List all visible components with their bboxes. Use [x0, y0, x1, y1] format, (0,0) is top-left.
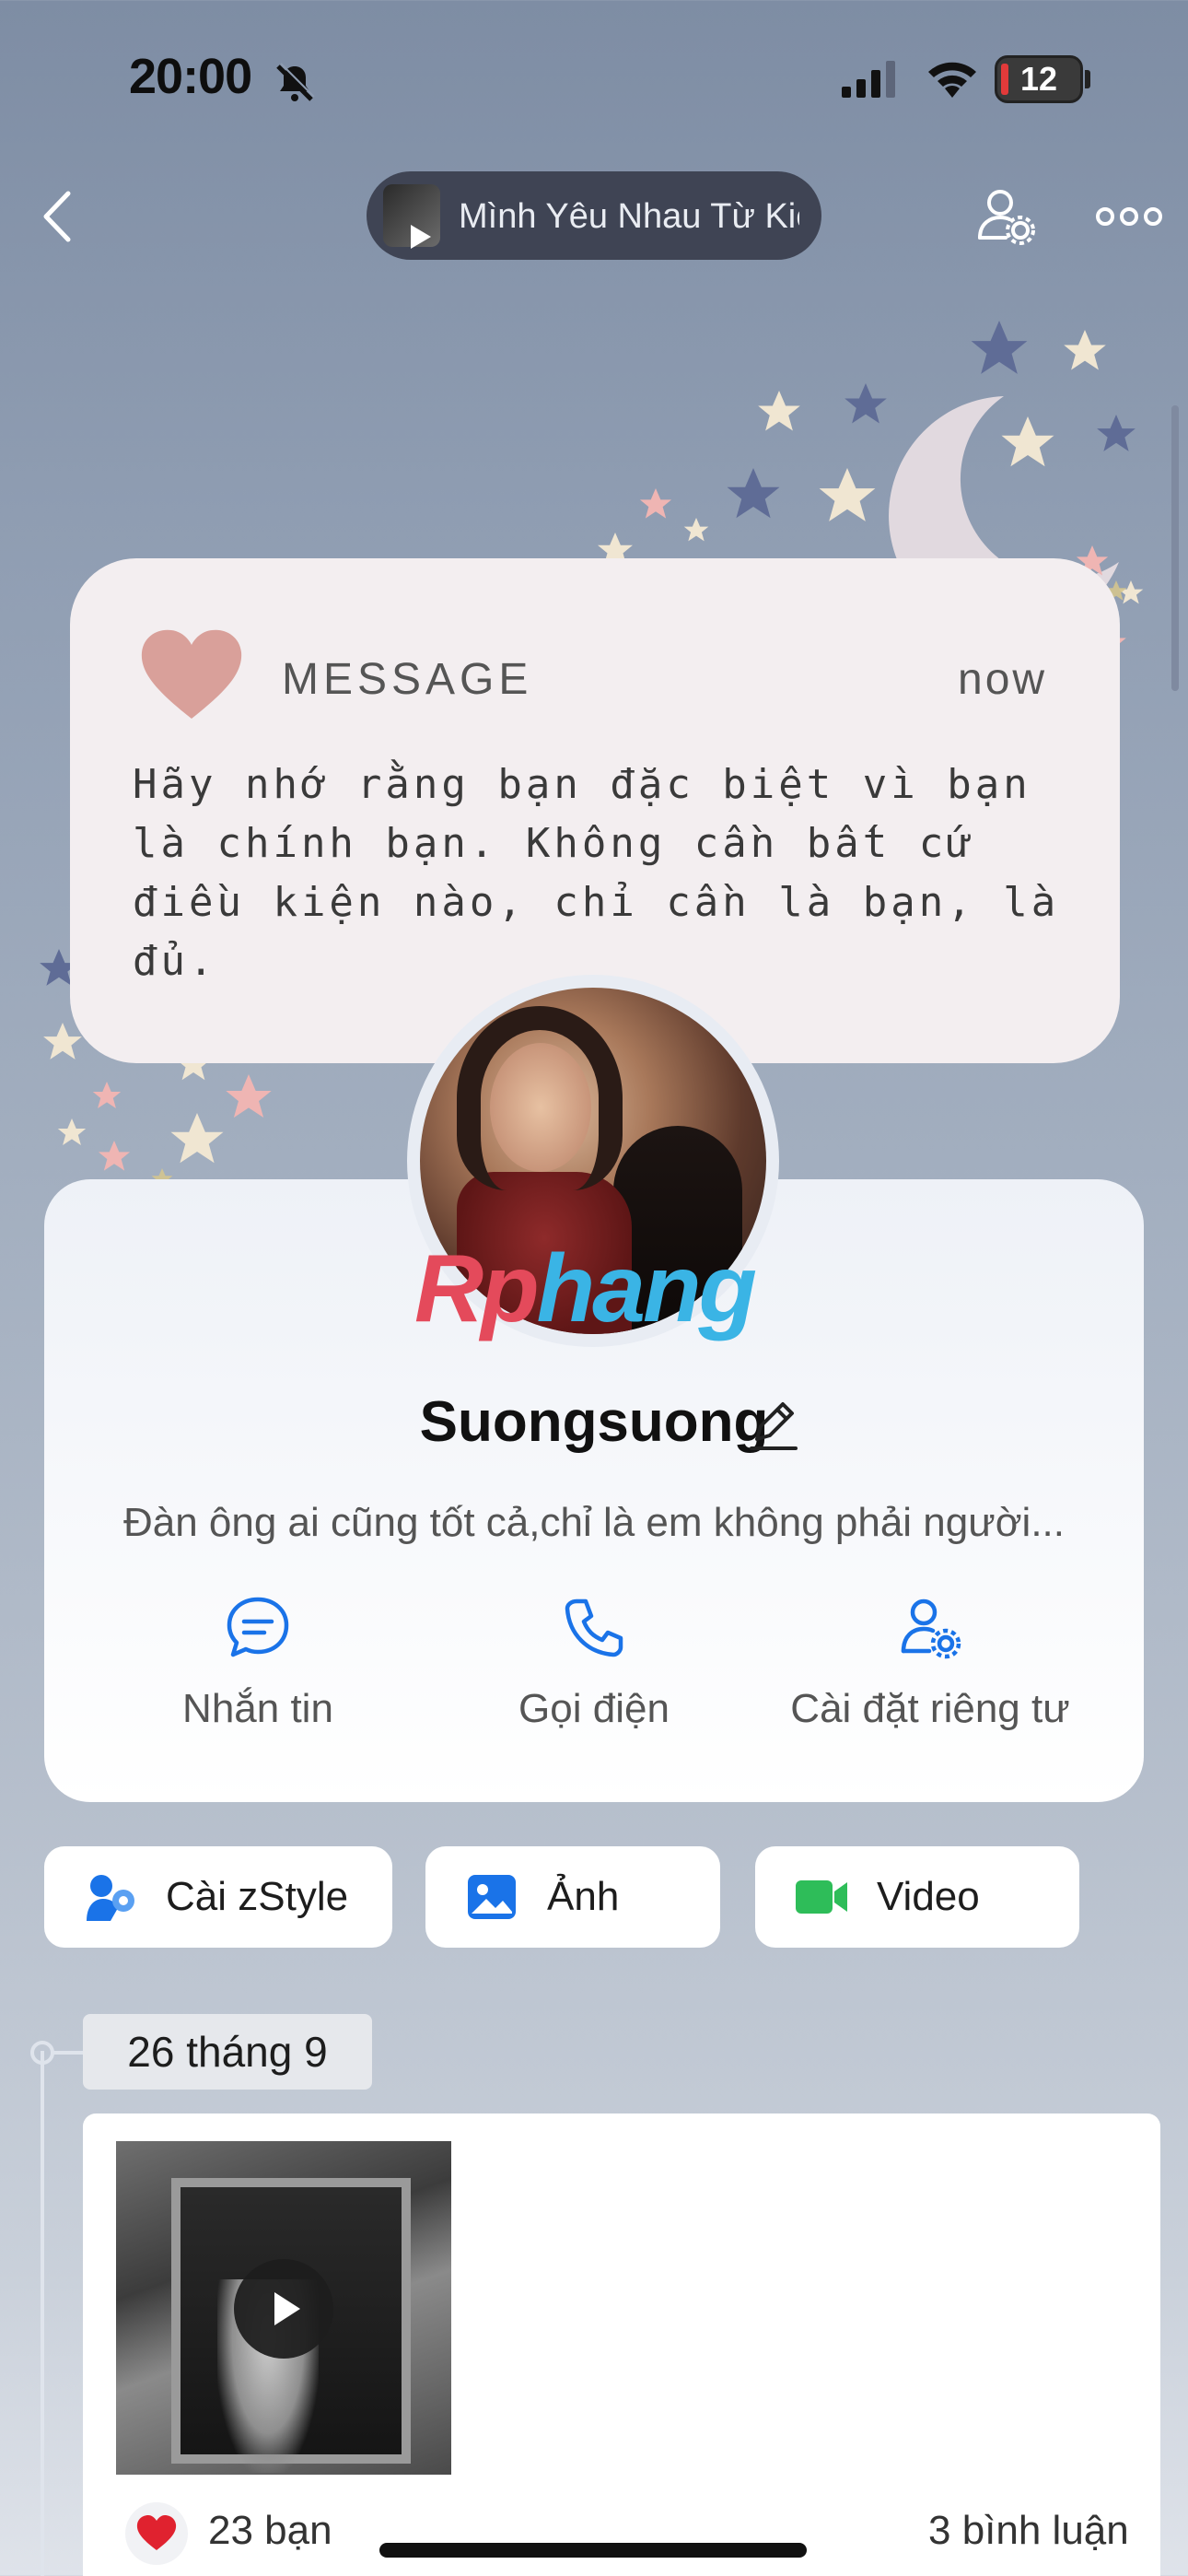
message-label: MESSAGE	[282, 655, 533, 704]
wifi-icon	[928, 62, 976, 98]
action-label-privacy: Cài đặt riêng tư	[790, 1686, 1070, 1731]
battery-indicator: 12	[995, 55, 1083, 103]
call-action-button[interactable]: Gọi điện	[428, 1594, 760, 1732]
timeline-line	[41, 2051, 44, 2576]
like-button[interactable]	[125, 2502, 188, 2565]
privacy-settings-action-button[interactable]: Cài đặt riêng tư	[764, 1594, 1096, 1732]
message-action-button[interactable]: Nhắn tin	[92, 1594, 424, 1732]
comment-count[interactable]: 3 bình luận	[928, 2508, 1129, 2554]
message-text: Hãy nhớ rằng bạn đặc biệt vì bạn là chín…	[133, 761, 1060, 985]
profile-bio: Đàn ông ai cũng tốt cả,chỉ là em không p…	[122, 1500, 1066, 1545]
timeline-date: 26 tháng 9	[83, 2014, 372, 2090]
videos-label: Video	[877, 1874, 980, 1919]
photo-icon	[468, 1875, 516, 1919]
zstyle-button[interactable]: Cài zStyle	[44, 1846, 392, 1948]
timeline-connector	[53, 2051, 85, 2055]
user-settings-icon[interactable]	[974, 184, 1039, 249]
photos-button[interactable]: Ảnh	[425, 1846, 720, 1948]
play-icon	[411, 225, 431, 249]
status-time: 20:00	[129, 49, 252, 104]
videos-button[interactable]: Video	[755, 1846, 1079, 1948]
scrollbar[interactable]	[1171, 405, 1179, 691]
watermark-logo: Rphang	[414, 1235, 757, 1342]
cellular-signal-icon	[842, 61, 895, 98]
message-time: now	[958, 655, 1048, 704]
zstyle-icon	[87, 1875, 134, 1921]
music-title: Mình Yêu Nhau Từ Kiếp Nào	[459, 197, 799, 236]
chat-icon	[227, 1597, 289, 1657]
user-settings-icon	[901, 1598, 961, 1659]
home-indicator	[379, 2543, 807, 2558]
timeline-dot	[30, 2041, 54, 2065]
play-video-icon[interactable]	[234, 2259, 333, 2359]
battery-level: 12	[1019, 60, 1058, 98]
music-player-pill[interactable]: Mình Yêu Nhau Từ Kiếp Nào	[367, 171, 821, 260]
more-options-icon[interactable]	[1096, 203, 1162, 230]
battery-cap	[1085, 70, 1090, 88]
like-count[interactable]: 23 bạn	[208, 2508, 332, 2554]
edit-icon[interactable]	[748, 1399, 799, 1454]
photos-label: Ảnh	[547, 1874, 620, 1919]
heart-filled-icon	[136, 2515, 177, 2550]
action-label-call: Gọi điện	[518, 1686, 670, 1731]
heart-icon	[141, 629, 242, 719]
profile-name: Suongsuong	[419, 1390, 769, 1454]
bell-muted-icon	[276, 63, 315, 101]
back-icon[interactable]	[37, 184, 83, 249]
action-label-message: Nhắn tin	[182, 1686, 333, 1731]
zstyle-label: Cài zStyle	[166, 1874, 349, 1919]
video-icon	[796, 1880, 847, 1914]
phone-icon	[565, 1598, 623, 1657]
